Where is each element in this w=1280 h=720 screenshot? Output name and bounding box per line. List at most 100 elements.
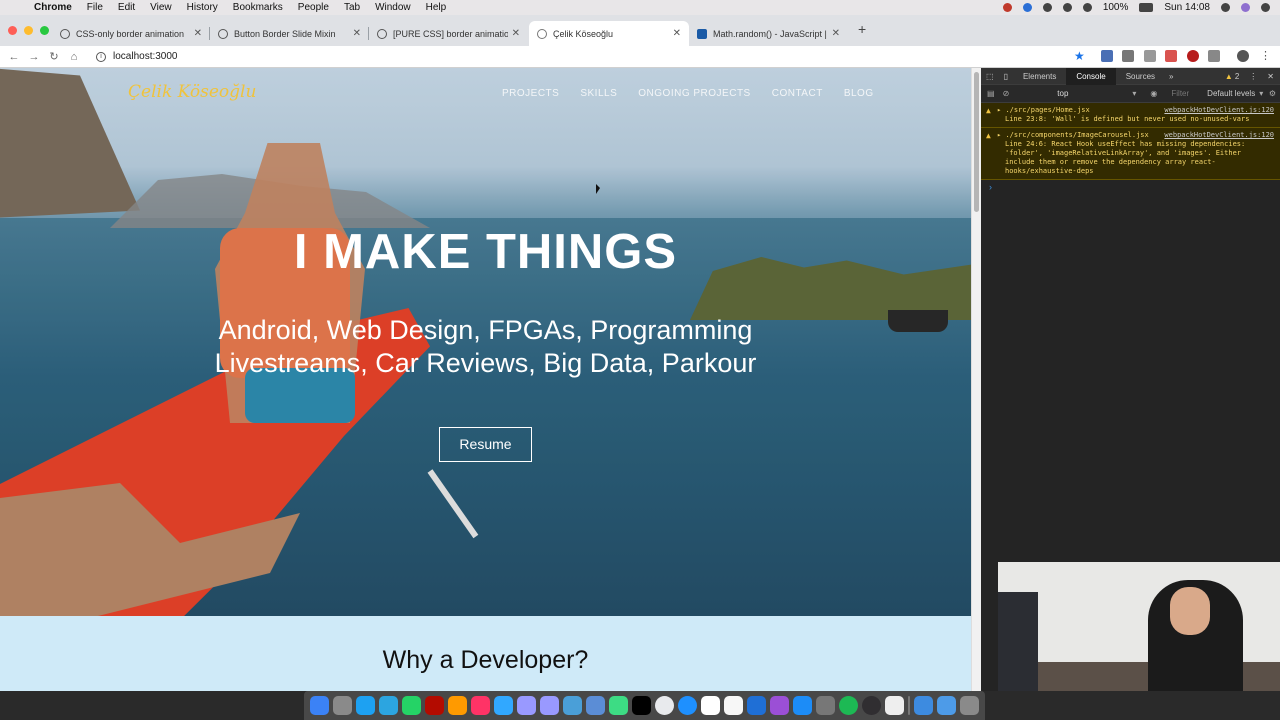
menu-app-name[interactable]: Chrome (34, 2, 72, 13)
menu-view[interactable]: View (150, 2, 172, 13)
menu-bookmarks[interactable]: Bookmarks (233, 2, 283, 13)
live-expression-eye-icon[interactable]: ◉ (1150, 89, 1157, 98)
extension-camera-icon[interactable] (1208, 50, 1220, 62)
vscode-icon[interactable] (747, 696, 766, 715)
menu-people[interactable]: People (298, 2, 329, 13)
menu-file[interactable]: File (87, 2, 103, 13)
tab-math-random-mdn[interactable]: Math.random() - JavaScript | MD ✕ (689, 21, 848, 46)
nav-contact[interactable]: CONTACT (772, 88, 823, 99)
warning-count[interactable]: 2 (1235, 72, 1239, 81)
back-arrow-icon[interactable]: ← (4, 51, 24, 63)
reload-icon[interactable]: ↻ (44, 50, 64, 63)
device-toolbar-icon[interactable]: ▯ (999, 68, 1013, 85)
site-logo[interactable]: Çelik Köseoğlu (128, 82, 256, 102)
photoshop-icon[interactable] (494, 696, 513, 715)
siri-icon[interactable] (1241, 3, 1250, 12)
applications-folder-icon[interactable] (914, 696, 933, 715)
extension-translate-icon[interactable] (1101, 50, 1113, 62)
tab-console[interactable]: Console (1066, 67, 1116, 85)
maximize-window-icon[interactable] (40, 26, 49, 35)
whatsapp-icon[interactable] (402, 696, 421, 715)
console-filter-input[interactable]: Filter (1171, 89, 1189, 98)
chrome-menu-icon[interactable]: ⋮ (1260, 49, 1271, 62)
console-settings-gear-icon[interactable]: ⚙ (1269, 89, 1276, 98)
message-source-link[interactable]: webpackHotDevClient.js:120 (1164, 131, 1274, 140)
nav-projects[interactable]: PROJECTS (502, 88, 559, 99)
menu-edit[interactable]: Edit (118, 2, 135, 13)
menu-help[interactable]: Help (426, 2, 447, 13)
close-tab-icon[interactable]: ✕ (832, 28, 840, 39)
tab-celik-koseoglu[interactable]: Çelik Köseoğlu ✕ (529, 21, 689, 46)
extension-tool-icon[interactable] (1144, 50, 1156, 62)
trash-icon[interactable] (960, 696, 979, 715)
clock[interactable]: Sun 14:08 (1164, 2, 1210, 13)
console-warning-message[interactable]: ▲ webpackHotDevClient.js:120 ▸ ./src/pag… (981, 103, 1280, 128)
console-prompt[interactable]: › (981, 180, 1280, 194)
log-levels-dropdown[interactable]: Default levels (1207, 89, 1255, 98)
message-source-link[interactable]: webpackHotDevClient.js:120 (1164, 106, 1274, 115)
tab-sources[interactable]: Sources (1116, 68, 1165, 85)
android-studio-icon[interactable] (609, 696, 628, 715)
inspect-element-icon[interactable]: ⬚ (981, 68, 999, 85)
close-tab-icon[interactable]: ✕ (512, 28, 520, 39)
more-tabs-chevron-icon[interactable]: » (1165, 68, 1177, 85)
time-machine-icon[interactable] (1042, 3, 1052, 12)
telegram-icon[interactable] (379, 696, 398, 715)
textedit-icon[interactable] (885, 696, 904, 715)
close-devtools-icon[interactable]: ✕ (1267, 72, 1274, 81)
tab-css-border-animation[interactable]: CSS-only border animation ✕ (52, 21, 210, 46)
downloads-folder-icon[interactable] (937, 696, 956, 715)
intellij-icon[interactable] (632, 696, 651, 715)
menu-history[interactable]: History (187, 2, 218, 13)
finder-icon[interactable] (310, 696, 329, 715)
close-window-icon[interactable] (8, 26, 17, 35)
resume-button[interactable]: Resume (439, 427, 532, 462)
acrobat-icon[interactable] (425, 696, 444, 715)
bookmark-star-icon[interactable]: ★ (1074, 49, 1085, 63)
indesign-icon[interactable] (471, 696, 490, 715)
sidebar-toggle-icon[interactable]: ▤ (987, 89, 995, 98)
calendar-icon[interactable] (701, 696, 720, 715)
nav-ongoing-projects[interactable]: ONGOING PROJECTS (638, 88, 750, 99)
launchpad-icon[interactable] (333, 696, 352, 715)
nav-blog[interactable]: BLOG (844, 88, 874, 99)
forward-arrow-icon[interactable]: → (24, 51, 44, 63)
spotify-icon[interactable] (839, 696, 858, 715)
twitter-icon[interactable] (356, 696, 375, 715)
console-warning-message[interactable]: ▲ webpackHotDevClient.js:120 ▸ ./src/com… (981, 128, 1280, 180)
address-bar[interactable]: i localhost:3000 (96, 51, 178, 62)
home-icon[interactable]: ⌂ (64, 51, 84, 63)
premiere-icon[interactable] (540, 696, 559, 715)
nav-skills[interactable]: SKILLS (580, 88, 617, 99)
app-store-icon[interactable] (793, 696, 812, 715)
record-icon[interactable] (1002, 3, 1012, 12)
url-text[interactable]: localhost:3000 (113, 51, 178, 62)
menu-window[interactable]: Window (375, 2, 411, 13)
close-tab-icon[interactable]: ✕ (673, 28, 681, 39)
close-tab-icon[interactable]: ✕ (353, 28, 361, 39)
dropbox-icon[interactable] (1022, 3, 1032, 12)
battery-level[interactable]: 100% (1103, 2, 1129, 13)
warning-icon[interactable]: ▲ (1225, 72, 1233, 81)
xcode-icon[interactable] (586, 696, 605, 715)
bluetooth-icon[interactable] (1062, 3, 1072, 12)
levels-chevron-icon[interactable]: ▾ (1259, 89, 1263, 98)
extension-screen-icon[interactable] (1122, 50, 1134, 62)
site-info-icon[interactable]: i (96, 51, 106, 62)
context-selector[interactable]: top (1057, 89, 1068, 98)
wifi-icon[interactable] (1082, 3, 1092, 12)
podcasts-icon[interactable] (770, 696, 789, 715)
close-tab-icon[interactable]: ✕ (194, 28, 202, 39)
ublock-origin-icon[interactable] (1187, 50, 1199, 62)
tab-button-border-slide[interactable]: Button Border Slide Mixin ✕ (210, 21, 369, 46)
tab-pure-css-border[interactable]: [PURE CSS] border animation w ✕ (369, 21, 528, 46)
preview-icon[interactable] (563, 696, 582, 715)
scrollbar-thumb[interactable] (974, 72, 979, 212)
extension-red-icon[interactable] (1165, 50, 1177, 62)
profile-avatar-icon[interactable] (1237, 50, 1249, 62)
clear-console-icon[interactable]: ⊘ (1003, 89, 1010, 98)
devtools-menu-icon[interactable]: ⋮ (1249, 72, 1257, 81)
system-preferences-icon[interactable] (816, 696, 835, 715)
menu-tab[interactable]: Tab (344, 2, 360, 13)
safari-icon[interactable] (678, 696, 697, 715)
